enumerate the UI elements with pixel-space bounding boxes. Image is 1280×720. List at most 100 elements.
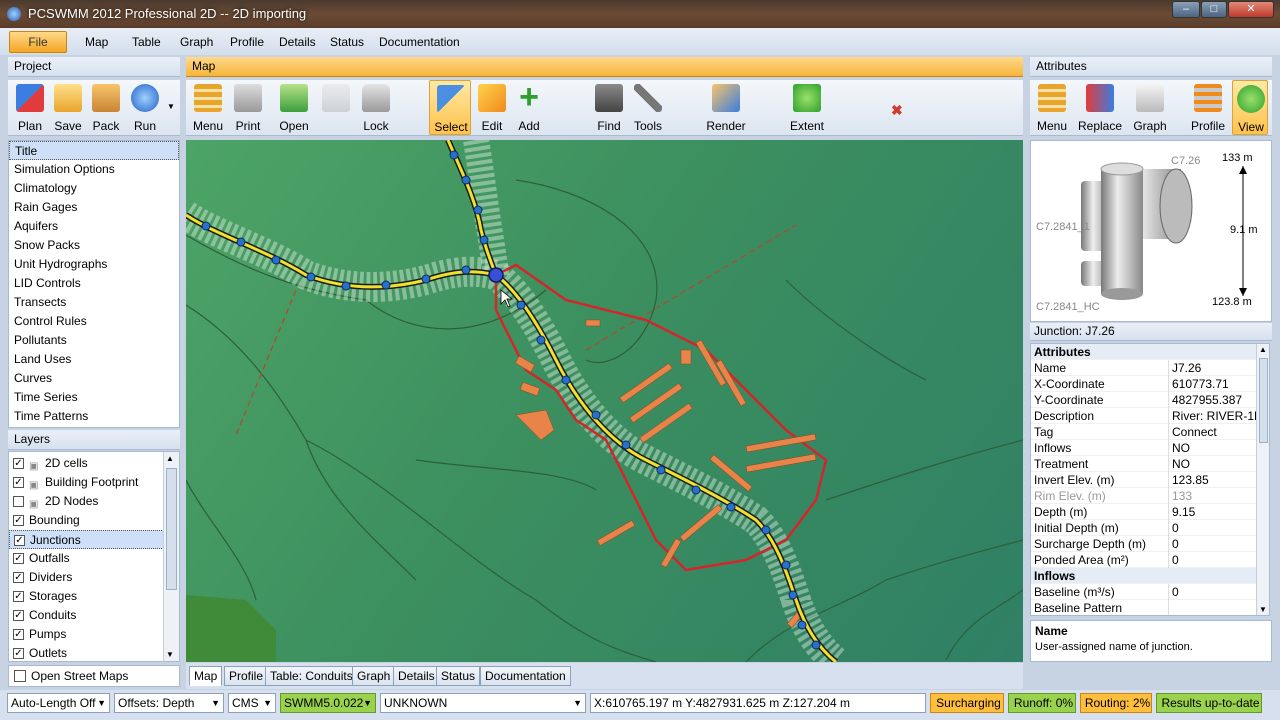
layer-checkbox[interactable]: ✓ (13, 477, 24, 488)
project-item[interactable]: Curves (9, 369, 179, 388)
layer-checkbox[interactable]: ✓ (14, 535, 25, 546)
attribute-value[interactable]: 4827955.387 (1168, 392, 1264, 408)
attributes-scrollbar[interactable]: ▲ ▼ (1256, 344, 1269, 615)
attribute-row[interactable]: Name J7.26 (1031, 360, 1257, 376)
project-item[interactable]: Time Series (9, 388, 179, 407)
lock-button[interactable]: Lock (356, 80, 396, 136)
attribute-row[interactable]: Y-Coordinate 4827955.387 (1031, 392, 1257, 408)
menu-table[interactable]: Table (132, 35, 161, 49)
open-street-maps-checkbox[interactable] (14, 670, 26, 682)
project-item[interactable]: Land Uses (9, 350, 179, 369)
layer-item[interactable]: ✓ Outfalls (9, 549, 164, 568)
attribute-value[interactable]: 133 (1168, 488, 1264, 504)
attribute-row[interactable]: Baseline Pattern (1031, 600, 1257, 615)
menu-details[interactable]: Details (279, 35, 316, 49)
tab-table-conduits[interactable]: Table: Conduits (265, 666, 358, 686)
attribute-value[interactable]: 610773.71 (1168, 376, 1264, 392)
attribute-value[interactable]: J7.26 (1168, 360, 1264, 376)
layer-checkbox[interactable]: ✓ (13, 515, 24, 526)
scroll-down-icon[interactable]: ▼ (1259, 605, 1267, 614)
file-menu[interactable]: File (9, 31, 67, 53)
menu-profile[interactable]: Profile (230, 35, 264, 49)
extent-button[interactable]: Extent (787, 80, 827, 136)
project-item[interactable]: Time Patterns (9, 407, 179, 426)
layer-item[interactable]: ✓ ▣ Building Footprint (9, 473, 164, 492)
scroll-down-icon[interactable]: ▼ (166, 650, 174, 659)
layer-checkbox[interactable]: ✓ (13, 458, 24, 469)
attribute-row[interactable]: Baseline (m³/s) 0 (1031, 584, 1257, 600)
scroll-thumb[interactable] (166, 468, 177, 590)
layer-item[interactable]: ✓ Junctions (9, 530, 164, 549)
offsets-select[interactable]: Offsets: Depth ▼ (114, 693, 224, 713)
project-item[interactable]: Snow Packs (9, 236, 179, 255)
layer-item[interactable]: ✓ Outlets (9, 644, 164, 663)
attribute-value[interactable]: 0 (1168, 552, 1264, 568)
run-button[interactable]: Run (125, 80, 165, 136)
layer-checkbox[interactable]: ✓ (13, 572, 24, 583)
attribute-row[interactable]: Description River: RIVER-1Re (1031, 408, 1264, 424)
attribute-value[interactable]: River: RIVER-1Re (1168, 408, 1264, 424)
tab-profile[interactable]: Profile (224, 666, 269, 686)
print-button[interactable]: Print (228, 80, 268, 136)
maximize-button[interactable]: □ (1201, 1, 1227, 18)
layer-checkbox[interactable]: ✓ (13, 553, 24, 564)
layer-item[interactable]: ✓ Bounding (9, 511, 164, 530)
attribute-value[interactable] (1168, 600, 1264, 615)
layer-checkbox[interactable]: ✓ (13, 629, 24, 640)
menu-graph[interactable]: Graph (180, 35, 213, 49)
layer-item[interactable]: ✓ Storages (9, 587, 164, 606)
tab-details[interactable]: Details (393, 666, 440, 686)
map-canvas[interactable] (186, 140, 1023, 662)
project-item[interactable]: Control Rules (9, 312, 179, 331)
menu-documentation[interactable]: Documentation (379, 35, 460, 49)
project-item-title[interactable]: Title (9, 141, 179, 160)
project-item[interactable]: Pollutants (9, 331, 179, 350)
open-button[interactable]: Open (274, 80, 314, 136)
view-button[interactable]: View (1232, 80, 1268, 135)
routing-status[interactable]: Routing: 2% (1080, 693, 1152, 713)
attribute-row[interactable]: X-Coordinate 610773.71 (1031, 376, 1257, 392)
crs-select[interactable]: UNKNOWN ▼ (380, 693, 586, 713)
replace-button[interactable]: Replace (1078, 80, 1122, 136)
engine-select[interactable]: SWMM5.0.022 ▼ (280, 693, 376, 713)
open-street-maps-row[interactable]: Open Street Maps (8, 665, 180, 687)
attribute-row[interactable]: Initial Depth (m) 0 (1031, 520, 1257, 536)
attributes-menu-button[interactable]: Menu (1032, 80, 1072, 136)
tab-status[interactable]: Status (436, 666, 481, 686)
project-item[interactable]: Transects (9, 293, 179, 312)
layer-checkbox[interactable]: ✓ (13, 591, 24, 602)
tab-map[interactable]: Map (189, 666, 223, 686)
add-button[interactable]: + Add (509, 80, 549, 136)
layer-checkbox[interactable]: ✓ (13, 610, 24, 621)
scroll-thumb[interactable] (1259, 358, 1268, 443)
layer-item[interactable]: ▣ 2D Nodes (9, 492, 164, 511)
scroll-up-icon[interactable]: ▲ (1259, 345, 1267, 354)
close-button[interactable]: ✕ (1228, 1, 1274, 18)
menu-map[interactable]: Map (85, 35, 108, 49)
project-item[interactable]: Climatology (9, 179, 179, 198)
attribute-value[interactable]: 0 (1168, 520, 1264, 536)
project-item[interactable]: Rain Gages (9, 198, 179, 217)
attribute-row[interactable]: Treatment NO (1031, 456, 1257, 472)
attribute-value[interactable]: 9.15 (1168, 504, 1264, 520)
results-status[interactable]: Results up-to-date (1156, 693, 1262, 713)
attribute-row[interactable]: Inflows NO (1031, 440, 1257, 456)
project-item[interactable]: LID Controls (9, 274, 179, 293)
attribute-row[interactable]: Tag Connect (1031, 424, 1257, 440)
layer-item[interactable]: ✓ Pumps (9, 625, 164, 644)
attribute-value[interactable]: 0 (1168, 584, 1264, 600)
surcharging-status[interactable]: Surcharging (930, 693, 1004, 713)
attribute-row[interactable]: Surcharge Depth (m) 0 (1031, 536, 1257, 552)
auto-length-select[interactable]: Auto-Length Off ▼ (7, 693, 110, 713)
attribute-value[interactable]: 123.85 (1168, 472, 1264, 488)
attribute-row[interactable]: Rim Elev. (m) 133 (1031, 488, 1257, 504)
project-item[interactable]: Unit Hydrographs (9, 255, 179, 274)
menu-status[interactable]: Status (330, 35, 364, 49)
attribute-row[interactable]: Invert Elev. (m) 123.85 (1031, 472, 1257, 488)
attribute-value[interactable]: Connect (1168, 424, 1264, 440)
attribute-value[interactable]: NO (1168, 440, 1264, 456)
tab-documentation[interactable]: Documentation (480, 666, 571, 686)
project-item[interactable]: Aquifers (9, 217, 179, 236)
units-select[interactable]: CMS ▼ (228, 693, 276, 713)
layer-item[interactable]: ✓ Conduits (9, 606, 164, 625)
